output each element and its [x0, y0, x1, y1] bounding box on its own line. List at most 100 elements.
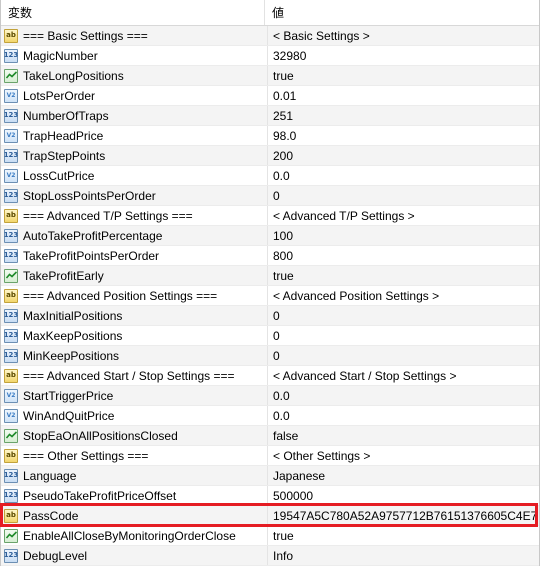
value-cell[interactable]: 0.0: [268, 406, 539, 425]
input-row[interactable]: ab === Basic Settings === < Basic Settings…: [1, 26, 539, 46]
variable-cell[interactable]: V2 LossCutPrice: [1, 166, 268, 185]
value-cell[interactable]: 0: [268, 326, 539, 345]
variable-cell[interactable]: 123 NumberOfTraps: [1, 106, 268, 125]
value-cell[interactable]: < Advanced Start / Stop Settings >: [268, 366, 539, 385]
variable-name: MaxKeepPositions: [23, 328, 123, 343]
input-row[interactable]: EnableAllCloseByMonitoringOrderClose true: [1, 526, 539, 546]
value-cell[interactable]: 0.0: [268, 386, 539, 405]
input-row[interactable]: V2 LossCutPrice 0.0: [1, 166, 539, 186]
input-row[interactable]: ab === Advanced Position Settings === < Ad…: [1, 286, 539, 306]
variable-cell[interactable]: 123 AutoTakeProfitPercentage: [1, 226, 268, 245]
input-row[interactable]: 123 DebugLevel Info: [1, 546, 539, 566]
variable-name: AutoTakeProfitPercentage: [23, 228, 163, 243]
variable-cell[interactable]: 123 DebugLevel: [1, 546, 268, 565]
input-row[interactable]: 123 MinKeepPositions 0: [1, 346, 539, 366]
value-cell[interactable]: 0.0: [268, 166, 539, 185]
variable-cell[interactable]: 123 MagicNumber: [1, 46, 268, 65]
input-row[interactable]: ab PassCode 19547A5C780A52A9757712B7615137…: [1, 506, 539, 526]
input-row[interactable]: 123 StopLossPointsPerOrder 0: [1, 186, 539, 206]
value-cell[interactable]: 100: [268, 226, 539, 245]
double-type-icon: V2: [4, 388, 18, 403]
variable-cell[interactable]: 123 MaxInitialPositions: [1, 306, 268, 325]
integer-type-icon: 123: [4, 248, 18, 263]
integer-type-icon: 123: [4, 228, 18, 243]
variable-name: NumberOfTraps: [23, 108, 109, 123]
input-row[interactable]: 123 TakeProfitPointsPerOrder 800: [1, 246, 539, 266]
value-cell[interactable]: 0: [268, 346, 539, 365]
variable-name: LossCutPrice: [23, 168, 95, 183]
input-row[interactable]: V2 LotsPerOrder 0.01: [1, 86, 539, 106]
variable-name: WinAndQuitPrice: [23, 408, 115, 423]
value-cell[interactable]: 200: [268, 146, 539, 165]
value-cell[interactable]: < Basic Settings >: [268, 26, 539, 45]
double-type-icon: V2: [4, 408, 18, 423]
input-row[interactable]: 123 MaxKeepPositions 0: [1, 326, 539, 346]
input-row[interactable]: ab === Advanced Start / Stop Settings ===…: [1, 366, 539, 386]
value-cell[interactable]: < Advanced Position Settings >: [268, 286, 539, 305]
value-cell[interactable]: Japanese: [268, 466, 539, 485]
grid-header: 変数 値: [1, 0, 539, 26]
value-cell[interactable]: true: [268, 66, 539, 85]
variable-cell[interactable]: TakeLongPositions: [1, 66, 268, 85]
input-row[interactable]: 123 MagicNumber 32980: [1, 46, 539, 66]
input-row[interactable]: V2 WinAndQuitPrice 0.0: [1, 406, 539, 426]
variable-name: === Advanced Start / Stop Settings ===: [23, 368, 235, 383]
value-cell[interactable]: 0: [268, 306, 539, 325]
integer-type-icon: 123: [4, 108, 18, 123]
integer-type-icon: 123: [4, 548, 18, 563]
value-cell[interactable]: true: [268, 526, 539, 545]
variable-cell[interactable]: 123 MaxKeepPositions: [1, 326, 268, 345]
value-cell[interactable]: 32980: [268, 46, 539, 65]
input-row[interactable]: 123 TrapStepPoints 200: [1, 146, 539, 166]
value-cell[interactable]: 0: [268, 186, 539, 205]
value-cell[interactable]: 19547A5C780A52A9757712B76151376605C4E7: [268, 506, 539, 525]
variable-name: MagicNumber: [23, 48, 98, 63]
variable-cell[interactable]: 123 PseudoTakeProfitPriceOffset: [1, 486, 268, 505]
value-cell[interactable]: true: [268, 266, 539, 285]
variable-cell[interactable]: 123 MinKeepPositions: [1, 346, 268, 365]
input-row[interactable]: 123 PseudoTakeProfitPriceOffset 500000: [1, 486, 539, 506]
value-cell[interactable]: false: [268, 426, 539, 445]
variable-cell[interactable]: TakeProfitEarly: [1, 266, 268, 285]
value-cell[interactable]: 98.0: [268, 126, 539, 145]
input-row[interactable]: TakeProfitEarly true: [1, 266, 539, 286]
variable-cell[interactable]: V2 LotsPerOrder: [1, 86, 268, 105]
variable-cell[interactable]: 123 TrapStepPoints: [1, 146, 268, 165]
variable-cell[interactable]: 123 Language: [1, 466, 268, 485]
boolean-type-icon: [4, 68, 18, 83]
input-row[interactable]: TakeLongPositions true: [1, 66, 539, 86]
input-row[interactable]: V2 StartTriggerPrice 0.0: [1, 386, 539, 406]
variable-cell[interactable]: ab === Advanced Start / Stop Settings ===: [1, 366, 268, 385]
variable-cell[interactable]: ab === Advanced Position Settings ===: [1, 286, 268, 305]
value-cell[interactable]: 500000: [268, 486, 539, 505]
column-header-variable[interactable]: 変数: [1, 0, 265, 25]
input-row[interactable]: 123 Language Japanese: [1, 466, 539, 486]
variable-name: TrapHeadPrice: [23, 128, 104, 143]
variable-cell[interactable]: 123 TakeProfitPointsPerOrder: [1, 246, 268, 265]
value-cell[interactable]: 0.01: [268, 86, 539, 105]
variable-cell[interactable]: ab PassCode: [1, 506, 268, 525]
value-cell[interactable]: 251: [268, 106, 539, 125]
variable-cell[interactable]: V2 WinAndQuitPrice: [1, 406, 268, 425]
variable-cell[interactable]: 123 StopLossPointsPerOrder: [1, 186, 268, 205]
variable-cell[interactable]: StopEaOnAllPositionsClosed: [1, 426, 268, 445]
variable-cell[interactable]: V2 StartTriggerPrice: [1, 386, 268, 405]
variable-cell[interactable]: ab === Basic Settings ===: [1, 26, 268, 45]
variable-cell[interactable]: V2 TrapHeadPrice: [1, 126, 268, 145]
input-row[interactable]: 123 MaxInitialPositions 0: [1, 306, 539, 326]
value-cell[interactable]: < Advanced T/P Settings >: [268, 206, 539, 225]
input-row[interactable]: V2 TrapHeadPrice 98.0: [1, 126, 539, 146]
value-cell[interactable]: Info: [268, 546, 539, 565]
input-row[interactable]: ab === Other Settings === < Other Settings…: [1, 446, 539, 466]
value-cell[interactable]: 800: [268, 246, 539, 265]
input-row[interactable]: ab === Advanced T/P Settings === < Advance…: [1, 206, 539, 226]
variable-cell[interactable]: EnableAllCloseByMonitoringOrderClose: [1, 526, 268, 545]
input-row[interactable]: StopEaOnAllPositionsClosed false: [1, 426, 539, 446]
variable-cell[interactable]: ab === Advanced T/P Settings ===: [1, 206, 268, 225]
input-row[interactable]: 123 NumberOfTraps 251: [1, 106, 539, 126]
variable-cell[interactable]: ab === Other Settings ===: [1, 446, 268, 465]
variable-name: PassCode: [23, 508, 79, 523]
value-cell[interactable]: < Other Settings >: [268, 446, 539, 465]
input-row[interactable]: 123 AutoTakeProfitPercentage 100: [1, 226, 539, 246]
column-header-value[interactable]: 値: [265, 0, 539, 25]
